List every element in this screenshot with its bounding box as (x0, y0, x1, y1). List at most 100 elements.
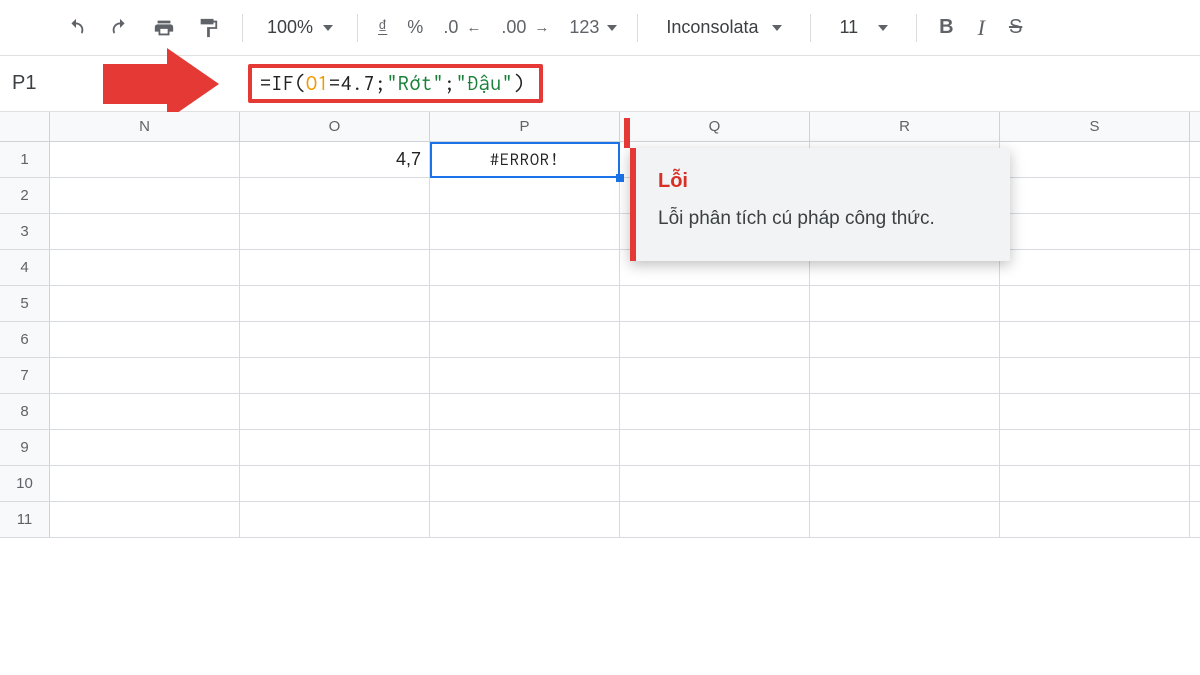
cell[interactable] (620, 502, 810, 537)
cell[interactable] (1000, 466, 1190, 501)
redo-button[interactable] (100, 8, 140, 48)
paint-format-button[interactable] (188, 8, 228, 48)
row-header[interactable]: 3 (0, 214, 50, 249)
cell[interactable] (240, 214, 430, 249)
cell[interactable] (620, 322, 810, 357)
row-header[interactable]: 4 (0, 250, 50, 285)
cell[interactable] (430, 214, 620, 249)
cell[interactable] (50, 466, 240, 501)
cell[interactable] (620, 430, 810, 465)
formula-input[interactable]: =IF( O1 =4.7; "Rớt" ; "Đậu" ) (248, 64, 543, 103)
column-header[interactable]: N (50, 112, 240, 141)
separator (810, 14, 811, 42)
cell-P1[interactable] (430, 142, 620, 177)
cell[interactable] (810, 466, 1000, 501)
cell[interactable] (620, 394, 810, 429)
italic-button[interactable]: I (978, 15, 985, 41)
row-header[interactable]: 10 (0, 466, 50, 501)
select-all-corner[interactable] (0, 112, 50, 141)
cell[interactable] (620, 286, 810, 321)
cell[interactable] (430, 250, 620, 285)
row-header[interactable]: 1 (0, 142, 50, 177)
cell[interactable] (430, 358, 620, 393)
cell[interactable] (1000, 322, 1190, 357)
cell[interactable] (50, 286, 240, 321)
cell[interactable] (50, 214, 240, 249)
cell-O1[interactable]: 4,7 (240, 142, 430, 177)
chevron-down-icon (607, 25, 617, 31)
cell-S1[interactable] (1000, 142, 1190, 177)
column-header[interactable]: P (430, 112, 620, 141)
row-header[interactable]: 2 (0, 178, 50, 213)
column-header[interactable]: S (1000, 112, 1190, 141)
cell[interactable] (620, 358, 810, 393)
cell-N1[interactable] (50, 142, 240, 177)
cell[interactable] (50, 394, 240, 429)
cell[interactable] (1000, 286, 1190, 321)
decrease-decimal-button[interactable]: .0← (443, 17, 481, 38)
cell[interactable] (810, 394, 1000, 429)
cell[interactable] (1000, 394, 1190, 429)
cell[interactable] (50, 430, 240, 465)
column-header[interactable]: R (810, 112, 1000, 141)
cell[interactable] (1000, 502, 1190, 537)
cell[interactable] (240, 358, 430, 393)
font-dropdown[interactable]: Inconsolata (652, 17, 796, 38)
zoom-dropdown[interactable]: 100% (257, 17, 343, 38)
name-box[interactable]: P1 (0, 56, 78, 111)
cell[interactable] (620, 466, 810, 501)
strike-button[interactable]: S (1009, 16, 1022, 39)
cell[interactable] (50, 322, 240, 357)
cell[interactable] (240, 250, 430, 285)
row-header[interactable]: 6 (0, 322, 50, 357)
column-header[interactable]: O (240, 112, 430, 141)
cell[interactable] (810, 502, 1000, 537)
cell[interactable] (1000, 430, 1190, 465)
cell[interactable] (810, 430, 1000, 465)
print-button[interactable] (144, 8, 184, 48)
row-header[interactable]: 7 (0, 358, 50, 393)
row-header[interactable]: 5 (0, 286, 50, 321)
cell[interactable] (430, 466, 620, 501)
cell[interactable] (240, 322, 430, 357)
cell[interactable] (1000, 214, 1190, 249)
cell[interactable] (50, 178, 240, 213)
cell[interactable] (240, 394, 430, 429)
cell[interactable] (430, 430, 620, 465)
tooltip-title: Lỗi (658, 170, 986, 193)
undo-button[interactable] (56, 8, 96, 48)
spreadsheet-grid[interactable]: N O P Q R S 1 4,7 2 3 4 5 6 7 8 9 10 11 … (0, 112, 1200, 538)
cell[interactable] (240, 502, 430, 537)
separator (242, 14, 243, 42)
chevron-down-icon (878, 25, 888, 31)
cell[interactable] (240, 178, 430, 213)
cell[interactable] (50, 358, 240, 393)
currency-button[interactable]: ₫ (378, 17, 387, 38)
more-formats-dropdown[interactable]: 123 (569, 17, 617, 38)
bold-button[interactable]: B (939, 16, 953, 39)
cell[interactable] (810, 286, 1000, 321)
cell[interactable] (50, 502, 240, 537)
cell[interactable] (430, 502, 620, 537)
cell[interactable] (50, 250, 240, 285)
formula-text: =4.7; (329, 72, 387, 95)
cell[interactable] (240, 430, 430, 465)
font-size-dropdown[interactable]: 11 (825, 17, 902, 38)
row-header[interactable]: 8 (0, 394, 50, 429)
cell[interactable] (1000, 178, 1190, 213)
percent-button[interactable]: % (407, 17, 423, 38)
column-header[interactable]: Q (620, 112, 810, 141)
cell[interactable] (810, 322, 1000, 357)
cell[interactable] (430, 178, 620, 213)
cell[interactable] (810, 358, 1000, 393)
row-header[interactable]: 9 (0, 430, 50, 465)
increase-decimal-button[interactable]: .00→ (501, 17, 549, 38)
cell[interactable] (430, 394, 620, 429)
cell[interactable] (240, 286, 430, 321)
row-header[interactable]: 11 (0, 502, 50, 537)
cell[interactable] (430, 322, 620, 357)
cell[interactable] (1000, 250, 1190, 285)
cell[interactable] (240, 466, 430, 501)
cell[interactable] (430, 286, 620, 321)
cell[interactable] (1000, 358, 1190, 393)
